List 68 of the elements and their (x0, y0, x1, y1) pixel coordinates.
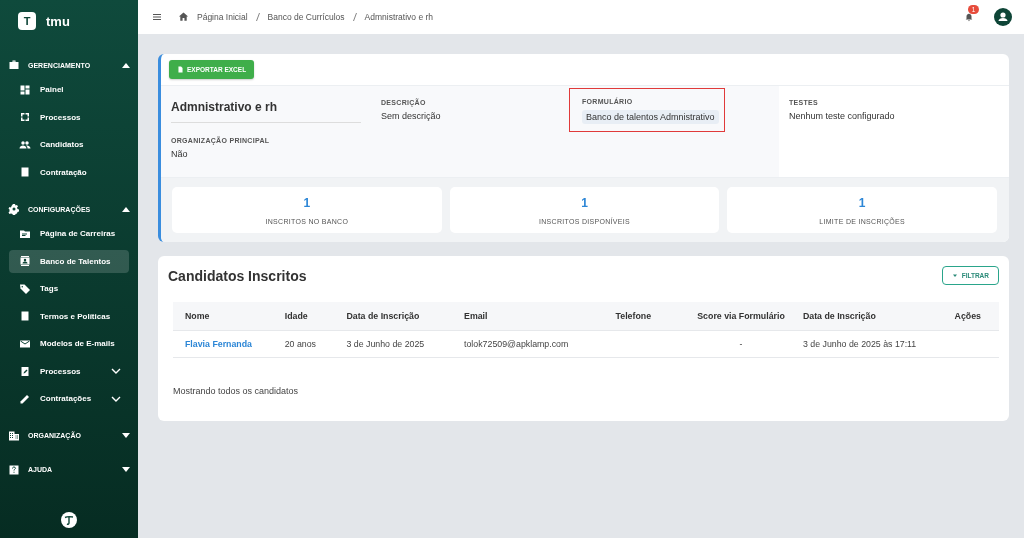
bell-icon (964, 12, 974, 22)
breadcrumb-link[interactable]: Banco de Currículos (267, 12, 345, 22)
chevron-down-icon (111, 395, 121, 402)
separator-icon (255, 13, 260, 21)
sidebar-item[interactable]: Modelos de E-mails (9, 332, 129, 356)
breadcrumb-link[interactable]: Página Inicial (197, 12, 248, 22)
table-cell: 20 anos (272, 330, 335, 358)
sidebar-item[interactable]: Termos e Políticas (9, 304, 129, 328)
sidebar-item[interactable]: Processos (9, 105, 129, 129)
sidebar-item[interactable]: Banco de Talentos (9, 249, 129, 273)
table-footer-text: Mostrando todos os candidatos (172, 385, 300, 398)
column-header: Data de Inscrição (790, 302, 943, 331)
book-icon (19, 310, 31, 323)
briefcase-icon (8, 59, 20, 71)
dashboard-icon (19, 83, 31, 96)
bank-title: Admnistrativo e rh (171, 100, 361, 123)
caret-icon (122, 433, 130, 438)
stat-value: 1 (303, 196, 311, 210)
filter-icon (951, 272, 958, 279)
sidebar-item[interactable]: Painel (9, 78, 129, 102)
cycle-icon (19, 111, 31, 124)
breadcrumb-link[interactable]: Admnistrativo e rh (364, 12, 434, 22)
book-icon (19, 166, 31, 179)
chevron-down-icon (111, 368, 121, 375)
column-header: Ações (942, 302, 999, 331)
separator-icon (352, 13, 357, 21)
column-header: Nome (173, 302, 273, 331)
clipboard-icon (19, 365, 31, 378)
people-icon (19, 138, 31, 151)
building-icon (8, 429, 20, 442)
form-chip: Banco de talentos Admnistrativo (582, 110, 719, 124)
column-header: Telefone (603, 302, 680, 331)
tag-icon (19, 282, 31, 295)
column-header: Idade (272, 302, 335, 331)
sidebar-item[interactable]: Contratações (9, 387, 129, 411)
menu-icon[interactable] (152, 12, 162, 22)
sidebar-item[interactable]: Contratação (9, 160, 129, 184)
column-header: Data de Inscrição (334, 302, 453, 331)
file-icon (177, 66, 184, 73)
caret-icon (122, 62, 130, 68)
caret-icon (122, 206, 130, 212)
column-header: Score via Formulário (679, 302, 791, 331)
field-value: Sem descrição (381, 111, 442, 121)
sidebar-item[interactable]: Candidatos (9, 133, 129, 157)
candidate-link[interactable]: Flavia Fernanda (185, 339, 252, 349)
field-value: Não (171, 149, 189, 159)
sidebar-item[interactable]: Processos (9, 359, 129, 383)
stat-value: 1 (581, 196, 588, 210)
contact-card-icon (19, 255, 31, 268)
caret-icon (122, 467, 130, 472)
sidebar-item[interactable]: Página de Carreiras (9, 222, 129, 246)
table-cell: tolok72509@apklamp.com (452, 330, 604, 358)
logo-icon (61, 512, 77, 528)
avatar-icon[interactable] (994, 8, 1012, 26)
home-icon (178, 10, 189, 22)
pencil-icon (19, 392, 31, 405)
sidebar-item[interactable]: Tags (9, 277, 129, 301)
section-title: Candidatos Inscritos (168, 267, 307, 284)
table-cell: 3 de Junho de 2025 (334, 330, 453, 358)
column-header: Email (452, 302, 604, 331)
table-cell: - (679, 330, 791, 358)
logo-icon: T (18, 12, 36, 30)
help-icon (8, 463, 20, 476)
field-value: Nenhum teste configurado (789, 111, 896, 121)
settings-icon (8, 203, 20, 215)
table-cell: 3 de Junho de 2025 às 17:11 (790, 330, 943, 358)
brand-name: tmu (46, 13, 70, 29)
stat-value: 1 (858, 196, 866, 210)
